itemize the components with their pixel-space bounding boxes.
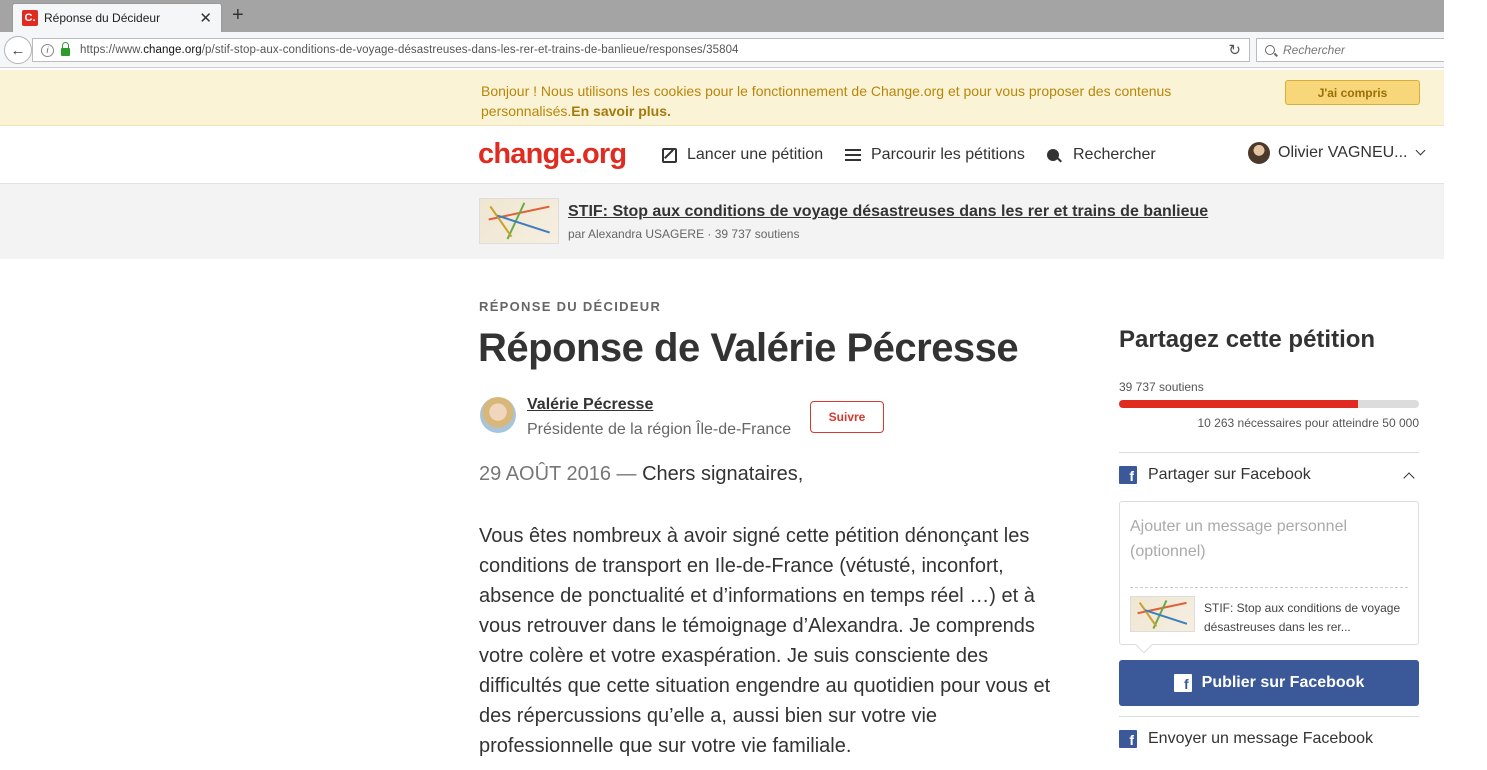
response-eyebrow: RÉPONSE DU DÉCIDEUR	[479, 299, 662, 314]
petition-title-link[interactable]: STIF: Stop aux conditions de voyage désa…	[568, 203, 1208, 221]
nav-browse-label: Parcourir les pétitions	[871, 146, 1025, 163]
response-date: 29 AOÛT 2016	[479, 463, 611, 485]
address-bar[interactable]: i https://www.change.org/p/stif-stop-aux…	[32, 38, 1250, 62]
publish-facebook-label: Publier sur Facebook	[1201, 674, 1365, 691]
blank-margin	[1444, 0, 1487, 770]
author-avatar[interactable]	[480, 397, 516, 433]
message-placeholder[interactable]: Ajouter un message personnel (optionnel)	[1130, 514, 1390, 564]
back-arrow-icon[interactable]: ←	[4, 36, 32, 64]
browser-tab[interactable]: C. Réponse du Décideur ✕	[12, 3, 222, 32]
cookie-banner: Bonjour ! Nous utilisons les cookies pou…	[0, 70, 1444, 126]
petition-thumbnail[interactable]	[479, 198, 559, 244]
preview-caption: STIF: Stop aux conditions de voyage désa…	[1204, 601, 1401, 634]
send-facebook-message[interactable]: f Envoyer un message Facebook	[1119, 730, 1373, 748]
facebook-icon: f	[1173, 674, 1192, 692]
supporters-needed: 10 263 nécessaires pour atteindre 50 000	[1197, 416, 1420, 430]
nav-search-label: Rechercher	[1073, 146, 1156, 163]
cookie-learn-more-link[interactable]: En savoir plus.	[571, 103, 671, 119]
url-text[interactable]: https://www.change.org/p/stif-stop-aux-c…	[80, 44, 739, 56]
pencil-icon	[662, 147, 677, 163]
share-facebook-toggle[interactable]: f Partager sur Facebook	[1119, 466, 1419, 484]
browser-window: C. Réponse du Décideur ✕ + ← i https://w…	[0, 0, 1446, 770]
avatar	[1248, 142, 1270, 164]
user-menu[interactable]: Olivier VAGNEU...	[1248, 142, 1425, 164]
send-facebook-message-label: Envoyer un message Facebook	[1148, 730, 1374, 747]
nav-browse-petitions[interactable]: Parcourir les pétitions	[845, 146, 1025, 164]
user-name: Olivier VAGNEU...	[1278, 144, 1408, 161]
nav-start-petition-label: Lancer une pétition	[687, 146, 824, 163]
publish-facebook-button[interactable]: f Publier sur Facebook	[1119, 660, 1419, 706]
author-role: Présidente de la région Île-de-France	[527, 421, 792, 438]
share-title: Partagez cette pétition	[1119, 326, 1376, 353]
chevron-down-icon	[1415, 145, 1425, 155]
cookie-message: Bonjour ! Nous utilisons les cookies pou…	[481, 81, 1201, 121]
close-tab-icon[interactable]: ✕	[199, 9, 212, 27]
divider	[1119, 716, 1419, 717]
facebook-icon: f	[1119, 730, 1137, 748]
change-org-favicon-icon: C.	[22, 10, 38, 26]
nav-search[interactable]: Rechercher	[1047, 146, 1156, 164]
supporters-count: 39 737 soutiens	[1119, 380, 1204, 394]
list-icon	[845, 149, 861, 161]
preview-divider	[1130, 587, 1408, 588]
message-box-tail	[1135, 636, 1153, 654]
info-icon[interactable]: i	[41, 43, 54, 57]
site-header: change.org Lancer une pétition Parcourir…	[0, 126, 1444, 184]
nav-start-petition[interactable]: Lancer une pétition	[662, 146, 823, 164]
tab-title: Réponse du Décideur	[44, 11, 161, 25]
lock-icon[interactable]	[61, 42, 70, 56]
divider	[1119, 452, 1419, 453]
url-path: /p/stif-stop-aux-conditions-de-voyage-dé…	[201, 44, 739, 56]
follow-button[interactable]: Suivre	[810, 401, 884, 433]
response-greeting: Chers signataires,	[642, 463, 804, 485]
search-icon	[1265, 45, 1275, 55]
progress-bar-fill	[1119, 400, 1358, 408]
response-body: Vous êtes nombreux à avoir signé cette p…	[479, 525, 1051, 757]
reload-icon[interactable]: ↻	[1228, 41, 1241, 59]
search-icon	[1047, 149, 1059, 161]
tab-strip: C. Réponse du Décideur ✕ +	[0, 0, 1444, 32]
search-placeholder: Rechercher	[1283, 43, 1346, 57]
chevron-up-icon[interactable]	[1403, 472, 1415, 484]
progress-bar	[1119, 400, 1419, 408]
petition-byline: par Alexandra USAGERE · 39 737 soutiens	[568, 227, 800, 241]
url-prefix: https://www.	[80, 44, 144, 56]
cookie-accept-button[interactable]: J'ai compris	[1285, 80, 1420, 105]
new-tab-icon[interactable]: +	[232, 4, 244, 27]
browser-search-input[interactable]: Rechercher	[1256, 38, 1446, 62]
page-title: Réponse de Valérie Pécresse	[478, 326, 1019, 370]
share-facebook-label: Partager sur Facebook	[1148, 466, 1311, 483]
navigation-bar: ← i https://www.change.org/p/stif-stop-a…	[0, 32, 1446, 68]
url-domain: change.org	[143, 44, 202, 56]
preview-thumbnail	[1130, 596, 1195, 632]
change-org-logo[interactable]: change.org	[478, 138, 627, 171]
facebook-message-box[interactable]: Ajouter un message personnel (optionnel)…	[1119, 501, 1419, 654]
response-dateline: 29 AOÛT 2016 — Chers signataires,	[479, 463, 803, 486]
date-dash: —	[610, 463, 643, 485]
facebook-icon: f	[1119, 466, 1137, 484]
petition-strip: STIF: Stop aux conditions de voyage désa…	[0, 184, 1444, 259]
author-name-link[interactable]: Valérie Pécresse	[527, 396, 653, 414]
